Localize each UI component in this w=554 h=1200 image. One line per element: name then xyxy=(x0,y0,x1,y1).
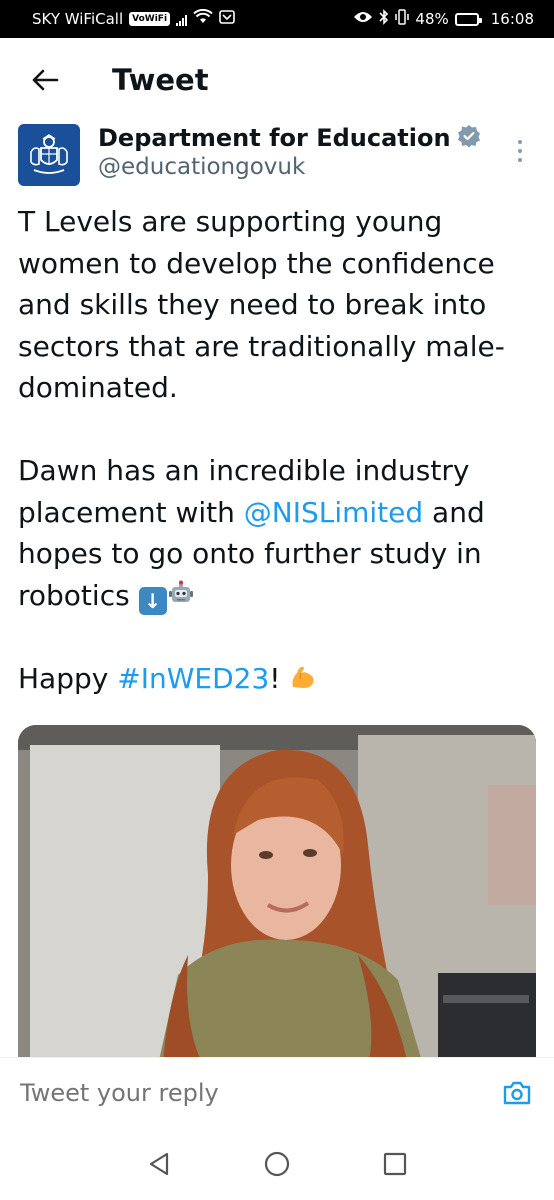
carrier-label: SKY WiFiCall xyxy=(32,10,124,28)
vowifi-badge: VoWiFi xyxy=(129,12,171,26)
back-triangle-icon xyxy=(149,1152,169,1175)
battery-icon xyxy=(454,12,482,26)
signal-icon xyxy=(176,12,188,26)
wifi-icon xyxy=(193,8,213,29)
battery-percent: 48% xyxy=(415,10,449,28)
royal-crest-icon xyxy=(30,134,68,174)
nav-recents-button[interactable] xyxy=(373,1142,417,1186)
bluetooth-icon xyxy=(379,9,389,29)
tweet-author: Department for Education @educationgovuk xyxy=(18,124,538,190)
tweet-text: T Levels are supporting young women to d… xyxy=(18,201,542,699)
tweet-text-segment: ! xyxy=(269,661,290,695)
more-dot-icon xyxy=(518,149,522,153)
tweet-paragraph-3: Happy #InWED23! xyxy=(18,658,542,700)
author-name-row: Department for Education xyxy=(98,124,481,152)
top-app-bar: Tweet xyxy=(0,38,554,122)
more-options-button[interactable] xyxy=(508,136,532,166)
more-dot-icon xyxy=(518,140,522,144)
tweet-video-thumbnail[interactable] xyxy=(18,725,536,1065)
author-handle[interactable]: @educationgovuk xyxy=(98,154,481,180)
tweet-text-segment: Happy xyxy=(18,661,118,695)
down-arrow-emoji: ↓ xyxy=(138,586,167,615)
tweet-paragraph-1: T Levels are supporting young women to d… xyxy=(18,205,505,404)
author-name[interactable]: Department for Education xyxy=(98,124,451,152)
page-title: Tweet xyxy=(112,63,209,97)
arrow-left-icon xyxy=(32,69,59,91)
video-frame-image xyxy=(18,725,536,1065)
reply-bar xyxy=(0,1057,554,1127)
recents-square-icon xyxy=(383,1152,407,1175)
status-right: 48% 16:08 xyxy=(353,9,534,29)
author-text: Department for Education @educationgovuk xyxy=(98,124,481,190)
camera-button[interactable] xyxy=(500,1076,534,1110)
notification-icon xyxy=(219,10,235,28)
status-left: SKY WiFiCall VoWiFi xyxy=(32,8,235,29)
home-circle-icon xyxy=(264,1151,290,1176)
eye-icon xyxy=(353,10,373,28)
more-dot-icon xyxy=(518,158,522,162)
system-nav-bar xyxy=(0,1127,554,1200)
time-label: 16:08 xyxy=(490,10,534,28)
nav-back-button[interactable] xyxy=(137,1142,181,1186)
back-button[interactable] xyxy=(28,63,62,97)
hashtag-link[interactable]: #InWED23 xyxy=(117,662,269,695)
camera-icon xyxy=(503,1081,531,1104)
reply-input[interactable] xyxy=(20,1078,500,1107)
verified-badge-icon xyxy=(457,124,481,152)
avatar[interactable] xyxy=(18,124,80,186)
nav-home-button[interactable] xyxy=(255,1142,299,1186)
tweet-paragraph-2: Dawn has an incredible industry placemen… xyxy=(18,450,542,616)
mention-link[interactable]: @NISLimited xyxy=(244,496,423,529)
vibrate-icon xyxy=(395,9,410,29)
flexed-biceps-emoji xyxy=(289,663,317,691)
status-bar: SKY WiFiCall VoWiFi 48% 16:08 xyxy=(0,0,554,38)
robot-emoji xyxy=(167,580,195,608)
